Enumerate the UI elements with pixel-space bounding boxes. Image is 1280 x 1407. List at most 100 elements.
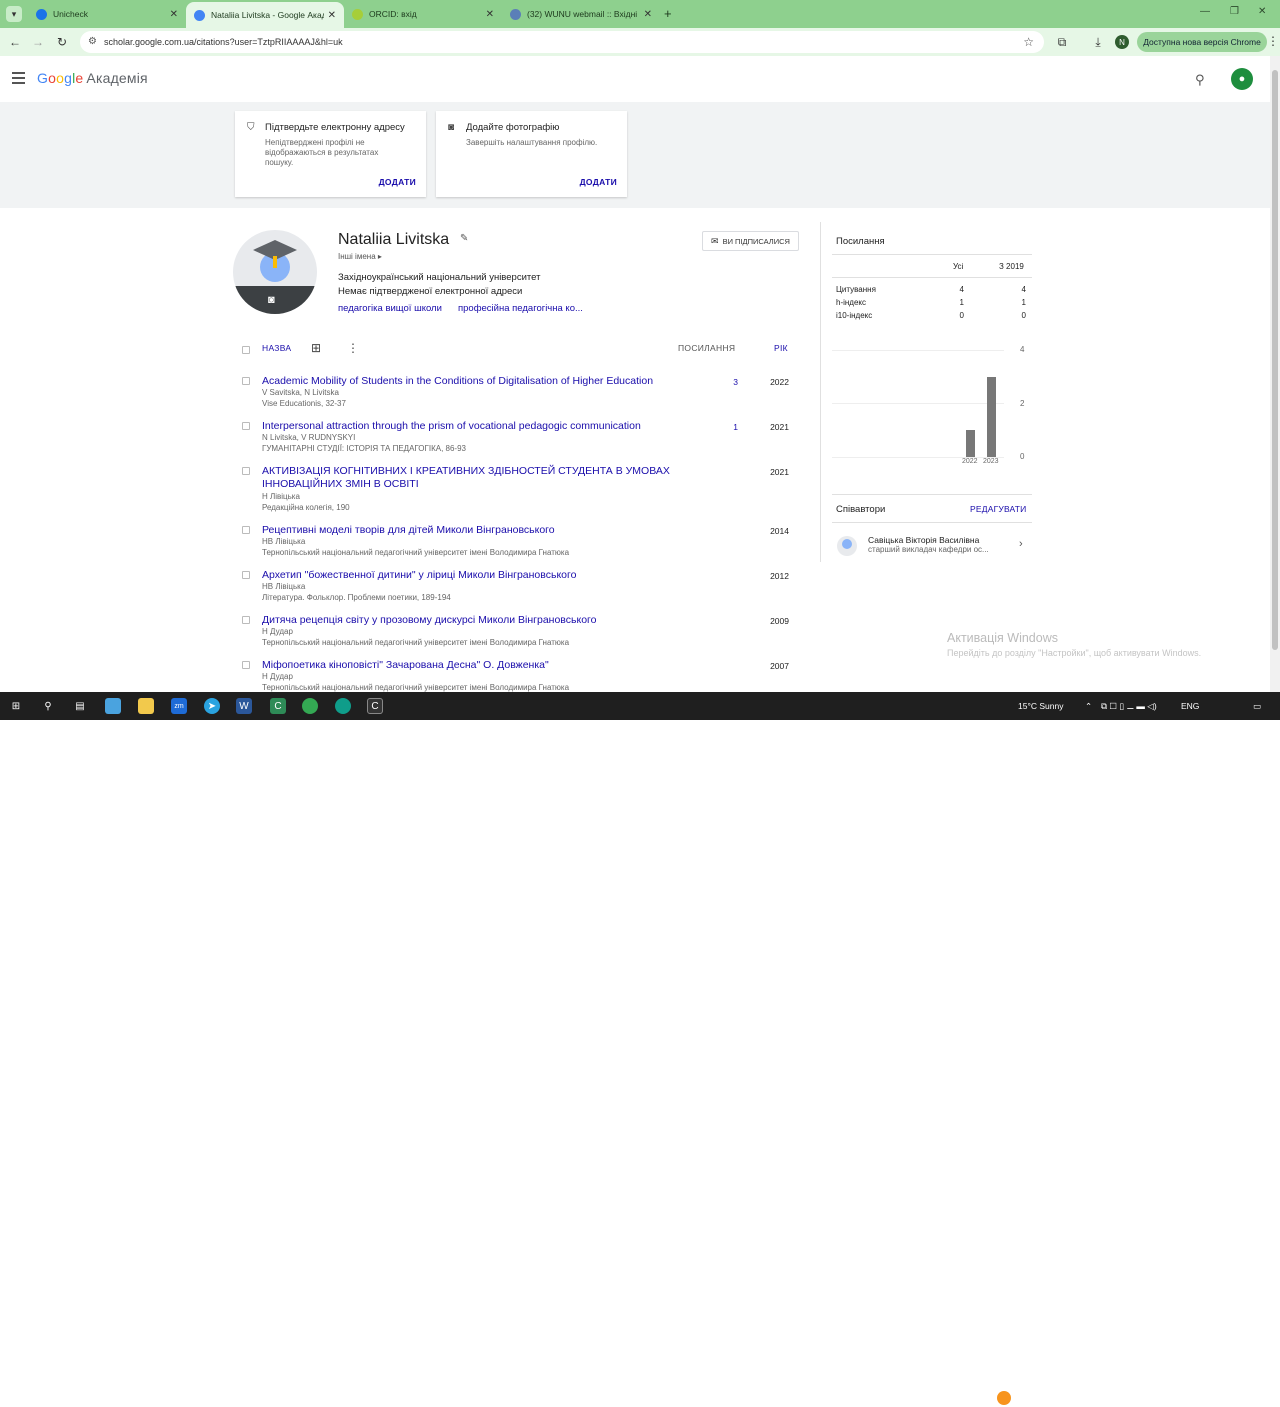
h-index-label[interactable]: h-індекс	[836, 298, 866, 307]
extensions-icon[interactable]: ⧉	[1055, 35, 1069, 50]
close-tab-icon[interactable]: ✕	[328, 10, 336, 21]
chrome-menu-icon[interactable]: ⋮	[1267, 34, 1279, 48]
article-publication: Тернопільський національний педагогічний…	[262, 683, 570, 692]
article-publication: ГУМАНІТАРНІ СТУДІЇ: ІСТОРІЯ ТА ПЕДАГОГІК…	[262, 444, 466, 453]
app-icon[interactable]	[105, 698, 121, 714]
edit-coauthors-button[interactable]: РЕДАГУВАТИ	[970, 504, 1026, 514]
close-tab-icon[interactable]: ✕	[486, 9, 494, 20]
article-year: 2021	[770, 467, 789, 477]
article-publication: Тернопільський національний педагогічний…	[262, 548, 570, 557]
tab-google-scholar[interactable]: Nataliia Livitska - Google Академія ✕	[186, 2, 344, 28]
chart-bar[interactable]	[987, 376, 996, 457]
close-window-icon[interactable]: ✕	[1258, 6, 1266, 17]
cited-by-header[interactable]: ПОСИЛАННЯ	[678, 343, 735, 353]
profile-photo[interactable]: ◙	[233, 230, 317, 314]
article-cited-by-link[interactable]: 1	[724, 422, 738, 432]
chrome-update-button[interactable]: Доступна нова версія Chrome	[1137, 32, 1267, 52]
file-explorer-icon[interactable]	[138, 698, 154, 714]
article-checkbox[interactable]	[242, 467, 250, 475]
account-avatar[interactable]: ●	[1231, 68, 1253, 90]
page-scrollbar[interactable]	[1270, 56, 1280, 692]
download-icon[interactable]: ⤓	[1091, 35, 1105, 50]
coauthor-name-link[interactable]: Савіцька Вікторія Василівна	[868, 535, 979, 545]
weather-text[interactable]: 15°C Sunny	[1018, 701, 1063, 711]
tab-search-button[interactable]: ▾	[6, 6, 22, 22]
app-icon[interactable]: C	[367, 698, 383, 714]
scrollbar-thumb[interactable]	[1272, 70, 1278, 650]
article-title-link[interactable]: Рецептивні моделі творів для дітей Микол…	[262, 524, 692, 537]
clock[interactable]: 15:48 26.04.2024	[1198, 1387, 1238, 1407]
interest-link[interactable]: педагогіка вищої школи	[338, 303, 442, 314]
app-icon[interactable]: C	[270, 698, 286, 714]
back-icon[interactable]: ←	[8, 35, 22, 49]
graduation-cap-icon	[253, 240, 297, 268]
follow-button[interactable]: ✉ ВИ ПІДПИСАЛИСЯ	[702, 231, 799, 251]
edit-profile-icon[interactable]: ✎	[460, 233, 468, 244]
sort-by-year-header[interactable]: РІК	[774, 343, 788, 353]
article-year: 2021	[770, 422, 789, 432]
close-tab-icon[interactable]: ✕	[644, 9, 652, 20]
address-bar[interactable]: ⚙ scholar.google.com.ua/citations?user=T…	[80, 31, 1044, 53]
article-title-link[interactable]: Academic Mobility of Students in the Con…	[262, 375, 692, 388]
i10-index-label[interactable]: i10-індекс	[836, 311, 872, 320]
search-icon[interactable]: ⚲	[1195, 72, 1205, 88]
orcid-favicon-icon	[352, 8, 363, 20]
article-checkbox[interactable]	[242, 616, 250, 624]
chevron-right-icon[interactable]: ›	[1019, 538, 1023, 550]
more-actions-icon[interactable]: ⋮	[347, 341, 359, 355]
menu-icon[interactable]	[12, 72, 25, 87]
task-view-icon[interactable]: ▤	[72, 698, 88, 714]
article-cited-by-link[interactable]: 3	[724, 377, 738, 387]
article-checkbox[interactable]	[242, 661, 250, 669]
select-all-checkbox[interactable]	[242, 346, 250, 354]
add-email-button[interactable]: ДОДАТИ	[379, 177, 416, 187]
search-icon[interactable]: ⚲	[40, 698, 56, 714]
chart-bar[interactable]	[966, 430, 975, 457]
notifications-icon[interactable]: ▭	[1253, 701, 1261, 712]
telegram-icon[interactable]: ➤	[204, 698, 220, 714]
cited-by-title: Посилання	[836, 236, 885, 247]
scholar-logo[interactable]: Google Академія	[37, 70, 148, 86]
add-article-icon[interactable]: ⊞	[311, 341, 321, 355]
article-title-link[interactable]: АКТИВІЗАЦІЯ КОГНІТИВНИХ І КРЕАТИВНИХ ЗДІ…	[262, 465, 692, 491]
restore-icon[interactable]: ❐	[1230, 6, 1239, 17]
minimize-icon[interactable]: —	[1200, 6, 1210, 17]
scholar-header: Google Академія ⚲ ●	[0, 56, 1270, 102]
interest-link[interactable]: професійна педагогічна ко...	[458, 303, 583, 314]
reload-icon[interactable]: ↻	[55, 35, 69, 49]
add-photo-button[interactable]: ДОДАТИ	[580, 177, 617, 187]
camera-icon[interactable]: ◙	[268, 294, 275, 306]
col-all-header: Усі	[953, 262, 964, 271]
x-tick-label: 2023	[983, 458, 999, 465]
site-info-icon[interactable]: ⚙	[88, 36, 97, 47]
new-tab-button[interactable]: +	[664, 6, 672, 21]
edge-icon[interactable]	[335, 698, 351, 714]
article-checkbox[interactable]	[242, 422, 250, 430]
chrome-icon[interactable]	[302, 698, 318, 714]
zoom-icon[interactable]: zm	[171, 698, 187, 714]
article-publication: Тернопільський національний педагогічний…	[262, 638, 570, 647]
tab-webmail[interactable]: (32) WUNU webmail :: Вхідні ✕	[502, 2, 660, 26]
close-tab-icon[interactable]: ✕	[170, 9, 178, 20]
article-title-link[interactable]: Дитяча рецепція світу у прозовому дискур…	[262, 614, 692, 627]
coauthors-title: Співавтори	[836, 504, 886, 515]
citations-label[interactable]: Цитування	[836, 285, 876, 294]
article-title-link[interactable]: Міфопоетика кіноповісті" Зачарована Десн…	[262, 659, 692, 672]
article-title-link[interactable]: Архетип "божественної дитини" у ліриці М…	[262, 569, 692, 582]
article-checkbox[interactable]	[242, 571, 250, 579]
article-title-link[interactable]: Interpersonal attraction through the pri…	[262, 420, 692, 433]
tab-orcid[interactable]: ORCID: вхід ✕	[344, 2, 502, 26]
tray-icons[interactable]: ⧉ ☐ ▯ ⚊ ▬ ◁)	[1101, 701, 1157, 712]
windows-start-icon[interactable]: ⊞	[8, 698, 24, 714]
bookmark-star-icon[interactable]: ☆	[1023, 35, 1034, 49]
other-names-link[interactable]: Інші імена ▸	[338, 252, 382, 261]
sort-by-title-header[interactable]: НАЗВА	[262, 343, 291, 353]
forward-icon[interactable]: →	[31, 35, 45, 49]
language-indicator[interactable]: ENG	[1181, 701, 1199, 711]
chrome-profile-avatar[interactable]: N	[1115, 35, 1129, 49]
word-icon[interactable]: W	[236, 698, 252, 714]
article-checkbox[interactable]	[242, 526, 250, 534]
tab-unicheck[interactable]: Unicheck ✕	[28, 2, 186, 26]
article-checkbox[interactable]	[242, 377, 250, 385]
show-hidden-icons[interactable]: ⌃	[1085, 701, 1092, 712]
